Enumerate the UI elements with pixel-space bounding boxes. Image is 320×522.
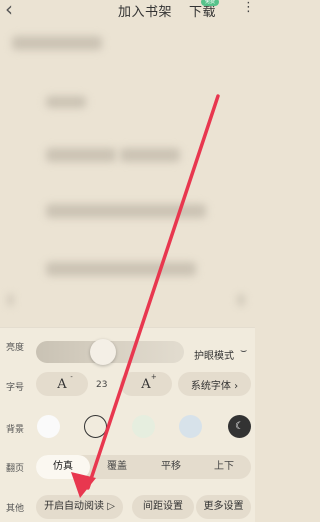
- night-mode-button[interactable]: ☾: [228, 415, 251, 438]
- font-increase-icon: A +: [141, 372, 157, 392]
- brightness-slider-knob[interactable]: [90, 339, 116, 365]
- more-settings-button[interactable]: 更多设置: [196, 495, 251, 519]
- reading-page[interactable]: [0, 24, 255, 336]
- top-bar: ‹ 加入书架 下载 免费 ⋮: [0, 0, 255, 24]
- background-label: 背景: [6, 425, 25, 435]
- font-size-label: 字号: [6, 383, 25, 393]
- free-badge: 免费: [201, 0, 219, 6]
- page-turn-label: 翻页: [6, 464, 25, 474]
- page-turn-option-simulate[interactable]: 仿真: [36, 455, 90, 479]
- font-decrease-button[interactable]: A-: [36, 372, 88, 396]
- page-turn-option-slide[interactable]: 平移: [144, 455, 198, 479]
- brightness-row: 亮度 护眼模式 ⌣: [0, 333, 255, 365]
- moon-icon: ☾: [235, 421, 244, 432]
- add-to-shelf-button[interactable]: 加入书架: [118, 1, 172, 20]
- background-swatch-selected[interactable]: [84, 415, 107, 438]
- other-label: 其他: [6, 504, 25, 514]
- system-font-button[interactable]: 系统字体 ›: [178, 372, 251, 396]
- font-size-value: 23: [96, 380, 108, 390]
- closed-eye-icon[interactable]: ⌣: [240, 344, 247, 358]
- background-swatch-green[interactable]: [132, 415, 155, 438]
- page-turn-option-vertical[interactable]: 上下: [197, 455, 251, 479]
- font-decrease-icon: A-: [57, 372, 73, 392]
- background-swatch-white[interactable]: [37, 415, 60, 438]
- more-icon[interactable]: ⋮: [242, 1, 255, 17]
- font-increase-button[interactable]: A +: [120, 372, 172, 396]
- page-turn-option-cover[interactable]: 覆盖: [90, 455, 144, 479]
- brightness-label: 亮度: [6, 343, 25, 353]
- back-icon[interactable]: ‹: [1, 0, 17, 20]
- eye-mode-label[interactable]: 护眼模式: [194, 347, 234, 362]
- background-swatch-blue[interactable]: [179, 415, 202, 438]
- auto-read-button[interactable]: 开启自动阅读 ▷: [36, 495, 123, 519]
- spacing-settings-button[interactable]: 间距设置: [132, 495, 194, 519]
- page-turn-selector: 仿真 覆盖 平移 上下: [36, 455, 251, 479]
